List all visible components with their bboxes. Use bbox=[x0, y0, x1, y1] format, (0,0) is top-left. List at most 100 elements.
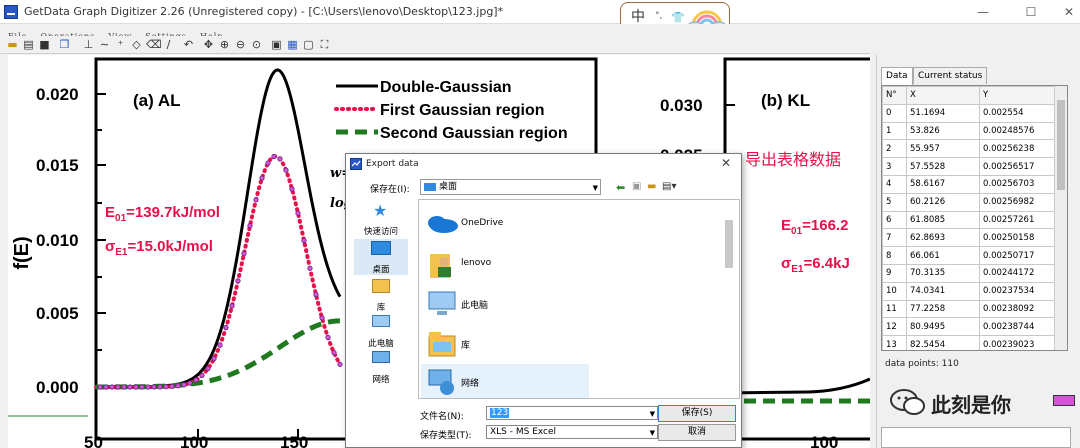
scrollbar-thumb[interactable] bbox=[725, 220, 733, 268]
cell-y[interactable]: 0.00244172 bbox=[979, 263, 1056, 283]
dialog-close-icon[interactable]: ✕ bbox=[721, 156, 731, 170]
save-as-icon[interactable]: ▤ bbox=[22, 38, 35, 51]
table-row[interactable]: 13 82.5454 0.00239023 bbox=[882, 335, 1056, 350]
data-table[interactable]: N° X Y 0 51.1694 0.002554 1 53.826 0.00248576… bbox=[881, 85, 1068, 351]
table-row[interactable]: 12 80.9495 0.00238744 bbox=[882, 317, 1056, 337]
list-item-lenovo[interactable]: lenovo bbox=[421, 246, 591, 282]
cell-index[interactable]: 11 bbox=[882, 299, 907, 319]
save-button[interactable]: 保存(S) bbox=[658, 405, 736, 422]
copy-icon[interactable]: ❐ bbox=[58, 38, 71, 51]
undo-icon[interactable]: ↶ bbox=[182, 38, 195, 51]
list-item-onedrive[interactable]: OneDrive bbox=[421, 206, 591, 242]
cell-x[interactable]: 53.826 bbox=[906, 121, 980, 141]
cell-x[interactable]: 74.0341 bbox=[906, 281, 980, 301]
place-desktop[interactable]: 桌面 bbox=[354, 239, 408, 275]
column-header-index[interactable]: N° bbox=[882, 86, 907, 105]
cell-y[interactable]: 0.00250717 bbox=[979, 246, 1056, 265]
cell-x[interactable]: 51.1694 bbox=[906, 103, 980, 123]
cell-index[interactable]: 8 bbox=[882, 246, 907, 265]
table-row[interactable]: 1 53.826 0.00248576 bbox=[882, 121, 1056, 141]
table-row[interactable]: 2 55.957 0.00256238 bbox=[882, 139, 1056, 159]
cell-index[interactable]: 5 bbox=[882, 192, 907, 212]
table-row[interactable]: 10 74.0341 0.00237534 bbox=[882, 281, 1056, 301]
zoom-fit-icon[interactable]: ⊙ bbox=[250, 38, 263, 51]
up-folder-icon[interactable]: ▣ bbox=[632, 181, 641, 192]
cell-index[interactable]: 6 bbox=[882, 210, 907, 230]
tab-current-status[interactable]: Current status bbox=[913, 67, 988, 84]
cell-x[interactable]: 80.9495 bbox=[906, 317, 980, 337]
tab-data[interactable]: Data bbox=[881, 67, 913, 85]
cell-y[interactable]: 0.00238092 bbox=[979, 299, 1056, 319]
cell-y[interactable]: 0.00238744 bbox=[979, 317, 1056, 337]
zoom-out-icon[interactable]: ⊖ bbox=[234, 38, 247, 51]
curve-color-swatch[interactable] bbox=[1053, 395, 1075, 406]
cell-y[interactable]: 0.00256703 bbox=[979, 174, 1056, 194]
cell-index[interactable]: 7 bbox=[882, 228, 907, 248]
fullscreen-icon[interactable]: ⛶ bbox=[318, 38, 331, 51]
list-item-network[interactable]: 网络 bbox=[421, 364, 589, 398]
column-header-y[interactable]: Y bbox=[979, 86, 1056, 105]
list-item-this-pc[interactable]: 此电脑 bbox=[421, 286, 591, 322]
list-item-library[interactable]: 库 bbox=[421, 326, 591, 362]
grid-icon[interactable]: ▦ bbox=[286, 38, 299, 51]
table-row[interactable]: 9 70.3135 0.00244172 bbox=[882, 263, 1056, 283]
place-this-pc[interactable]: 此电脑 bbox=[354, 313, 408, 349]
table-row[interactable]: 6 61.8085 0.00257261 bbox=[882, 210, 1056, 230]
cell-index[interactable]: 13 bbox=[882, 335, 907, 350]
cell-x[interactable]: 61.8085 bbox=[906, 210, 980, 230]
scrollbar-thumb[interactable] bbox=[1057, 100, 1065, 190]
cell-y[interactable]: 0.00239023 bbox=[979, 335, 1056, 350]
cell-index[interactable]: 10 bbox=[882, 281, 907, 301]
cell-index[interactable]: 2 bbox=[882, 139, 907, 159]
cell-index[interactable]: 0 bbox=[882, 103, 907, 123]
cancel-button[interactable]: 取消 bbox=[658, 424, 736, 441]
cell-y[interactable]: 0.00256982 bbox=[979, 192, 1056, 212]
cell-y[interactable]: 0.00248576 bbox=[979, 121, 1056, 141]
file-list-scrollbar[interactable] bbox=[723, 210, 735, 395]
cell-x[interactable]: 57.5528 bbox=[906, 157, 980, 176]
cell-y[interactable]: 0.00257261 bbox=[979, 210, 1056, 230]
move-icon[interactable]: ✥ bbox=[202, 38, 215, 51]
cell-x[interactable]: 58.6167 bbox=[906, 174, 980, 194]
place-quick-access[interactable]: ★ 快速访问 bbox=[354, 201, 408, 237]
curve-tool-icon[interactable]: ∼ bbox=[98, 38, 111, 51]
new-folder-icon[interactable]: ▬ bbox=[647, 181, 656, 192]
back-arrow-icon[interactable]: ⬅ bbox=[616, 181, 625, 194]
cell-index[interactable]: 12 bbox=[882, 317, 907, 337]
save-icon[interactable]: ■ bbox=[38, 38, 51, 51]
line-tool-icon[interactable]: ∕ bbox=[162, 38, 175, 51]
file-list[interactable]: OneDrive lenovo 此电脑 库 网络 bbox=[418, 199, 740, 399]
bottom-field[interactable] bbox=[881, 427, 1071, 448]
cell-index[interactable]: 3 bbox=[882, 157, 907, 176]
filetype-select[interactable]: XLS - MS Excel ▼ bbox=[486, 425, 658, 439]
cell-x[interactable]: 70.3135 bbox=[906, 263, 980, 283]
view-menu-icon[interactable]: ▤▾ bbox=[662, 181, 676, 192]
open-folder-icon[interactable]: ▬ bbox=[6, 38, 19, 51]
table-row[interactable]: 5 60.2126 0.00256982 bbox=[882, 192, 1056, 212]
table-row[interactable]: 3 57.5528 0.00256517 bbox=[882, 157, 1056, 176]
cell-y[interactable]: 0.00256517 bbox=[979, 157, 1056, 176]
cell-y[interactable]: 0.00237534 bbox=[979, 281, 1056, 301]
cell-y[interactable]: 0.002554 bbox=[979, 103, 1056, 123]
table-row[interactable]: 4 58.6167 0.00256703 bbox=[882, 174, 1056, 194]
area-tool-icon[interactable]: ◇ bbox=[130, 38, 143, 51]
eraser-icon[interactable]: ⌫ bbox=[146, 38, 162, 51]
zoom-in-icon[interactable]: ⊕ bbox=[218, 38, 231, 51]
table-row[interactable]: 11 77.2258 0.00238092 bbox=[882, 299, 1056, 319]
maximize-button[interactable]: ☐ bbox=[1020, 4, 1042, 20]
close-button[interactable]: ✕ bbox=[1058, 4, 1080, 20]
cell-x[interactable]: 62.8693 bbox=[906, 228, 980, 248]
cell-y[interactable]: 0.00256238 bbox=[979, 139, 1056, 159]
column-header-x[interactable]: X bbox=[906, 86, 980, 105]
minimize-button[interactable]: — bbox=[972, 4, 994, 20]
cell-x[interactable]: 60.2126 bbox=[906, 192, 980, 212]
point-tool-icon[interactable]: ⁺ bbox=[114, 38, 127, 51]
place-network[interactable]: 网络 bbox=[354, 349, 408, 385]
table-row[interactable]: 7 62.8693 0.00250158 bbox=[882, 228, 1056, 248]
frame-icon[interactable]: ▢ bbox=[302, 38, 315, 51]
cell-x[interactable]: 77.2258 bbox=[906, 299, 980, 319]
cell-index[interactable]: 1 bbox=[882, 121, 907, 141]
cell-index[interactable]: 9 bbox=[882, 263, 907, 283]
cell-x[interactable]: 82.5454 bbox=[906, 335, 980, 350]
cell-x[interactable]: 66.061 bbox=[906, 246, 980, 265]
